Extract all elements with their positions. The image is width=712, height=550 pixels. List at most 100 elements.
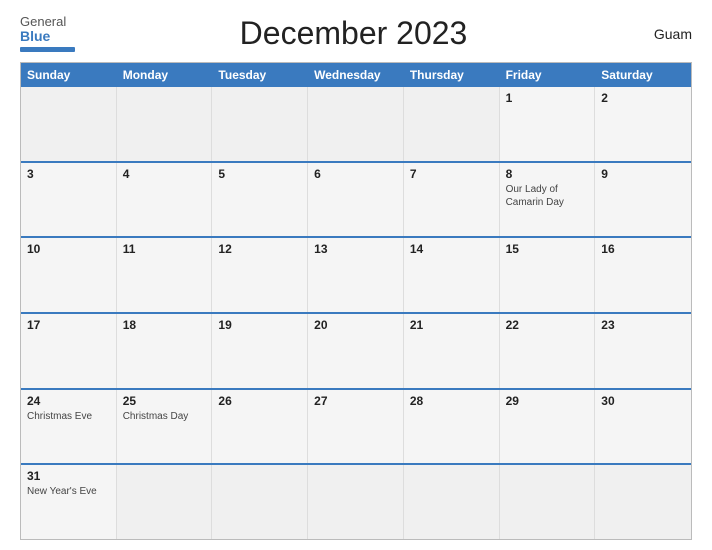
calendar-cell: 5 [212, 163, 308, 237]
calendar-cell: 23 [595, 314, 691, 388]
weekday-header-monday: Monday [117, 63, 213, 87]
calendar-cell: 28 [404, 390, 500, 464]
day-number: 12 [218, 242, 301, 256]
day-number: 14 [410, 242, 493, 256]
day-number: 8 [506, 167, 589, 181]
day-number: 6 [314, 167, 397, 181]
calendar-cell: 27 [308, 390, 404, 464]
calendar-cell: 29 [500, 390, 596, 464]
day-event: Christmas Day [123, 410, 206, 423]
day-number: 23 [601, 318, 685, 332]
logo-general: General [20, 15, 66, 29]
weekday-header-sunday: Sunday [21, 63, 117, 87]
calendar-cell: 17 [21, 314, 117, 388]
day-number: 19 [218, 318, 301, 332]
day-number: 21 [410, 318, 493, 332]
logo: General Blue [20, 15, 75, 52]
day-number: 13 [314, 242, 397, 256]
calendar-cell: 9 [595, 163, 691, 237]
calendar-cell [212, 87, 308, 161]
region-label: Guam [632, 26, 692, 42]
calendar-week-5: 24 Christmas Eve 25 Christmas Day 26 27 28 29 30 [21, 388, 691, 464]
calendar-cell: 12 [212, 238, 308, 312]
calendar: SundayMondayTuesdayWednesdayThursdayFrid… [20, 62, 692, 540]
calendar-cell: 1 [500, 87, 596, 161]
day-number: 31 [27, 469, 110, 483]
calendar-cell [212, 465, 308, 539]
day-number: 17 [27, 318, 110, 332]
day-number: 24 [27, 394, 110, 408]
day-event: New Year's Eve [27, 485, 110, 498]
calendar-cell: 18 [117, 314, 213, 388]
calendar-cell: 24 Christmas Eve [21, 390, 117, 464]
day-number: 7 [410, 167, 493, 181]
day-number: 1 [506, 91, 589, 105]
weekday-header-thursday: Thursday [404, 63, 500, 87]
day-event: Christmas Eve [27, 410, 110, 423]
page: General Blue December 2023 Guam SundayMo… [0, 0, 712, 550]
calendar-cell: 4 [117, 163, 213, 237]
calendar-header: SundayMondayTuesdayWednesdayThursdayFrid… [21, 63, 691, 87]
day-number: 30 [601, 394, 685, 408]
calendar-week-3: 10 11 12 13 14 15 16 [21, 236, 691, 312]
calendar-cell [21, 87, 117, 161]
day-number: 11 [123, 242, 206, 256]
day-number: 4 [123, 167, 206, 181]
day-number: 25 [123, 394, 206, 408]
calendar-week-2: 345678 Our Lady of Camarin Day 9 [21, 161, 691, 237]
calendar-title: December 2023 [75, 15, 632, 52]
day-number: 10 [27, 242, 110, 256]
day-number: 9 [601, 167, 685, 181]
calendar-cell: 15 [500, 238, 596, 312]
day-number: 18 [123, 318, 206, 332]
calendar-cell: 6 [308, 163, 404, 237]
day-event: Our Lady of Camarin Day [506, 183, 589, 209]
calendar-week-4: 17 18 19 20 21 22 23 [21, 312, 691, 388]
logo-bar [20, 47, 75, 52]
calendar-cell [404, 465, 500, 539]
calendar-cell: 19 [212, 314, 308, 388]
weekday-header-tuesday: Tuesday [212, 63, 308, 87]
calendar-cell: 26 [212, 390, 308, 464]
calendar-cell [117, 87, 213, 161]
day-number: 28 [410, 394, 493, 408]
day-number: 5 [218, 167, 301, 181]
calendar-cell [308, 87, 404, 161]
calendar-cell: 10 [21, 238, 117, 312]
calendar-week-1: 12 [21, 87, 691, 161]
day-number: 3 [27, 167, 110, 181]
weekday-header-wednesday: Wednesday [308, 63, 404, 87]
calendar-week-6: 31 New Year's Eve [21, 463, 691, 539]
calendar-cell: 16 [595, 238, 691, 312]
day-number: 26 [218, 394, 301, 408]
day-number: 22 [506, 318, 589, 332]
calendar-cell: 7 [404, 163, 500, 237]
day-number: 15 [506, 242, 589, 256]
calendar-cell: 30 [595, 390, 691, 464]
calendar-cell: 2 [595, 87, 691, 161]
calendar-cell [117, 465, 213, 539]
calendar-cell: 3 [21, 163, 117, 237]
calendar-cell [595, 465, 691, 539]
calendar-body: 12345678Our Lady of Camarin Day910111213… [21, 87, 691, 539]
day-number: 20 [314, 318, 397, 332]
calendar-cell: 14 [404, 238, 500, 312]
calendar-cell: 31 New Year's Eve [21, 465, 117, 539]
header: General Blue December 2023 Guam [20, 15, 692, 52]
day-number: 27 [314, 394, 397, 408]
weekday-header-saturday: Saturday [595, 63, 691, 87]
calendar-cell: 11 [117, 238, 213, 312]
calendar-cell: 22 [500, 314, 596, 388]
calendar-cell: 21 [404, 314, 500, 388]
logo-blue: Blue [20, 29, 50, 44]
calendar-cell: 25 Christmas Day [117, 390, 213, 464]
calendar-cell [500, 465, 596, 539]
calendar-cell [308, 465, 404, 539]
calendar-cell: 8 Our Lady of Camarin Day [500, 163, 596, 237]
calendar-cell [404, 87, 500, 161]
day-number: 29 [506, 394, 589, 408]
weekday-header-friday: Friday [500, 63, 596, 87]
day-number: 2 [601, 91, 685, 105]
calendar-cell: 20 [308, 314, 404, 388]
calendar-cell: 13 [308, 238, 404, 312]
